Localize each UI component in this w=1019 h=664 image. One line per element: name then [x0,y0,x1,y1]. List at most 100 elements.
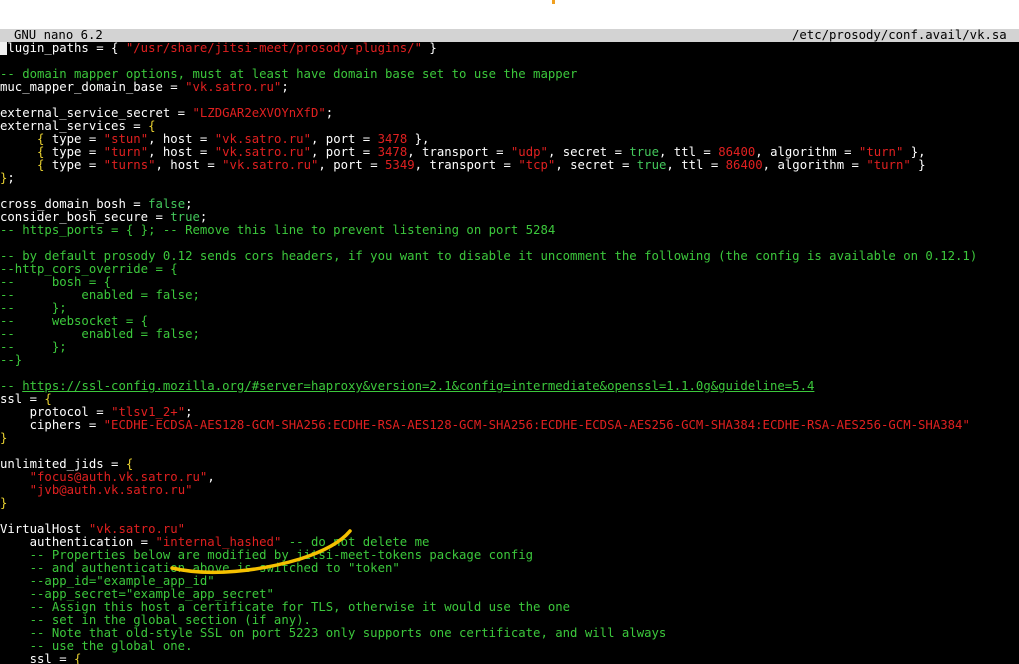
code-token: , [207,471,215,484]
code-line: -- bosh = { [0,276,1019,289]
code-line: --app_secret="example_app_secret" [0,588,1019,601]
code-token: "turn" [866,159,911,172]
nano-titlebar: GNU nano 6.2 /etc/prosody/conf.avail/vk.… [0,29,1019,42]
code-token: "turn" [858,146,904,159]
code-token: false [148,198,186,211]
code-token: plugin_paths = { [0,42,126,55]
code-token: "stun" [103,133,149,146]
code-token: 5349 [385,159,415,172]
code-line: -- websocket = { [0,315,1019,328]
code-token: ssl = [0,393,45,406]
code-token: --app_id="example_app_id" [0,575,215,588]
editor-buffer[interactable]: plugin_paths = { "/usr/share/jitsi-meet/… [0,42,1019,664]
code-line: consider_bosh_secure = true; [0,211,1019,224]
code-line: ssl = { [0,393,1019,406]
code-token: external_services = [0,120,149,133]
code-token: -- }; [0,302,67,315]
code-token: "vk.satro.ru" [88,523,186,536]
code-token: , algorithm = [755,146,859,159]
code-line: unlimited_jids = { [0,458,1019,471]
code-token: -- Assign this host a certificate for TL… [0,601,571,614]
code-line: "jvb@auth.vk.satro.ru" [0,484,1019,497]
code-line: -- https_ports = { }; -- Remove this lin… [0,224,1019,237]
code-token: -- [0,380,23,393]
terminal-window[interactable]: GNU nano 6.2 /etc/prosody/conf.avail/vk.… [0,29,1019,664]
code-token: , transport = [407,146,511,159]
code-line: }; [0,172,1019,185]
code-token: unlimited_jids = [0,458,126,471]
code-token: } [910,159,926,172]
code-line: -- set in the global section (if any). [0,614,1019,627]
code-token: , transport = [414,159,519,172]
code-token: } [0,497,8,510]
code-token: -- set in the global section (if any). [0,614,311,627]
code-line: -- by default prosody 0.12 sends cors he… [0,250,1019,263]
notification-dot [552,0,555,4]
code-token: , host = [148,146,215,159]
code-token: "tlsv1_2+" [111,406,186,419]
code-token: "turn" [103,146,149,159]
code-token: "vk.satro.ru" [214,146,311,159]
text-cursor [0,42,7,55]
code-token: , port = [310,146,378,159]
code-token: 3478 [377,133,408,146]
code-token: protocol = [0,406,112,419]
code-token: cross_domain_bosh = [0,198,149,211]
code-token: , host = [155,159,223,172]
code-token: }, [407,133,430,146]
code-token: , ttl = [666,159,726,172]
code-line: -- Assign this host a certificate for TL… [0,601,1019,614]
code-token: , secret = [547,146,630,159]
desktop-top-strip [0,0,1019,29]
code-line: "focus@auth.vk.satro.ru", [0,471,1019,484]
code-line: VirtualHost "vk.satro.ru" [0,523,1019,536]
code-line: } [0,432,1019,445]
code-line: -- }; [0,302,1019,315]
code-token: true [629,146,659,159]
code-line: muc_mapper_domain_base = "vk.satro.ru"; [0,81,1019,94]
code-token: -- enabled = false; [0,328,200,341]
code-token: { [148,120,156,133]
code-token: external_service_secret = [0,107,193,120]
code-line: external_services = { [0,120,1019,133]
code-line: cross_domain_bosh = false; [0,198,1019,211]
code-line: --http_cors_override = { [0,263,1019,276]
code-token: 86400 [718,146,756,159]
code-token: "vk.satro.ru" [185,81,282,94]
code-token: { [74,653,82,664]
code-token: , ttl = [659,146,719,159]
code-line: -- enabled = false; [0,289,1019,302]
code-line: protocol = "tlsv1_2+"; [0,406,1019,419]
code-token: { [44,393,52,406]
code-token: "vk.satro.ru" [214,133,311,146]
code-line: -- and authentication above is switched … [0,562,1019,575]
code-token: consider_bosh_secure = [0,211,171,224]
code-token: 86400 [725,159,763,172]
code-token: ; [281,81,289,94]
code-line: -- domain mapper options, must at least … [0,68,1019,81]
code-token: type = [44,159,104,172]
code-token: ciphers = [0,419,104,432]
code-token: "focus@auth.vk.satro.ru" [29,471,208,484]
code-token: -- websocket = { [0,315,149,328]
code-token: --http_cors_override = { [0,263,178,276]
code-token: } [422,42,437,55]
code-line: } [0,497,1019,510]
code-line: plugin_paths = { "/usr/share/jitsi-meet/… [0,42,1019,55]
code-token: -- bosh = { [0,276,112,289]
code-token: , secret = [555,159,637,172]
code-token: , port = [310,133,378,146]
code-token: { [125,458,134,471]
code-token: ; [325,107,334,120]
code-line: authentication = "internal_hashed" -- do… [0,536,1019,549]
code-token: -- Note that old-style SSL on port 5223 … [0,627,667,640]
